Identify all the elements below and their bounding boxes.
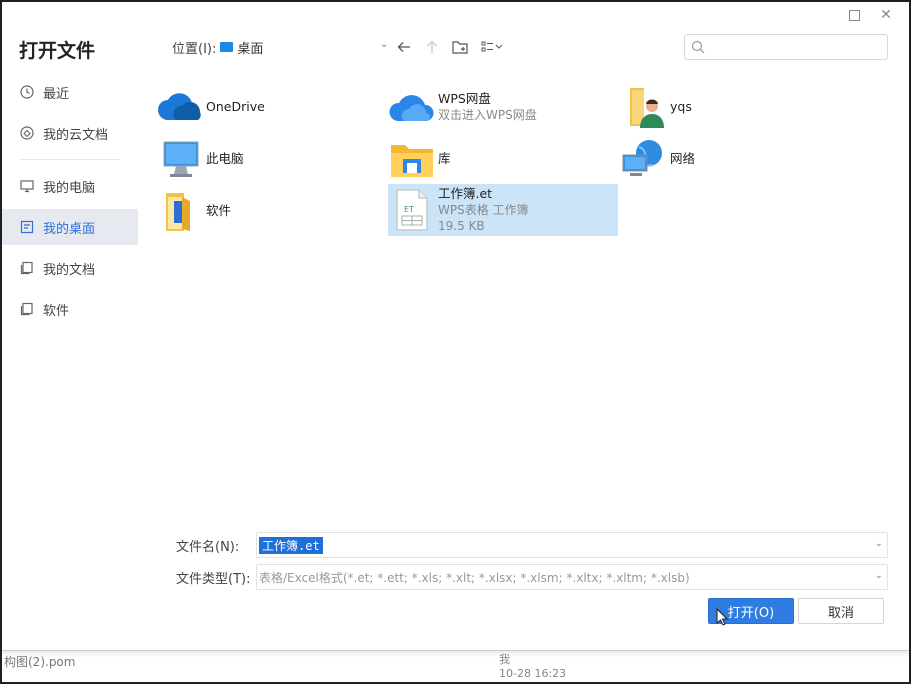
sidebar-item-label: 我的文档 — [43, 262, 96, 278]
file-name: OneDrive — [206, 99, 265, 114]
sidebar: 最近 我的云文档 我的电脑 我的桌面 我的文档 软件 — [2, 74, 138, 332]
close-button[interactable]: ✕ — [877, 6, 895, 24]
file-name: 工作簿.et — [438, 186, 493, 201]
filetype-label: 文件类型(T): — [176, 571, 251, 587]
mouse-cursor-icon — [716, 608, 728, 626]
file-item-library[interactable]: 库 — [388, 134, 588, 184]
up-button[interactable] — [418, 35, 446, 59]
filename-row: 文件名(N): 工作簿.et ⌄ — [176, 532, 888, 558]
new-folder-button[interactable] — [446, 35, 474, 59]
window-controls: ✕ — [845, 6, 895, 24]
file-item-onedrive[interactable]: OneDrive — [156, 82, 356, 132]
sidebar-item-cloud-docs[interactable]: 我的云文档 — [2, 115, 138, 151]
arrow-left-icon — [397, 42, 411, 52]
sidebar-item-label: 我的电脑 — [43, 180, 96, 196]
arrow-up-icon — [427, 40, 438, 53]
network-icon — [620, 135, 668, 183]
folder-icon — [220, 42, 234, 52]
search-input[interactable] — [711, 38, 883, 58]
user-folder-icon — [620, 83, 668, 131]
maximize-button[interactable] — [845, 6, 863, 24]
location-value: 桌面 — [237, 41, 264, 57]
file-name: 网络 — [670, 151, 696, 166]
filename-label: 文件名(N): — [176, 539, 240, 555]
file-item-network[interactable]: 网络 — [620, 134, 820, 184]
sidebar-divider — [20, 159, 120, 160]
back-button[interactable] — [390, 35, 418, 59]
sidebar-item-my-desktop[interactable]: 我的桌面 — [2, 209, 138, 245]
sidebar-item-label: 我的云文档 — [43, 127, 109, 143]
file-name: 此电脑 — [206, 151, 244, 166]
sidebar-item-my-computer[interactable]: 我的电脑 — [2, 168, 138, 204]
file-name: 软件 — [206, 203, 232, 218]
file-name: WPS网盘 — [438, 91, 491, 106]
desktop-icon — [19, 219, 35, 235]
filename-value: 工作簿.et — [259, 536, 323, 554]
svg-text:ET: ET — [404, 205, 414, 214]
sidebar-item-software[interactable]: 软件 — [2, 291, 138, 327]
file-size: 19.5 KB — [438, 219, 485, 233]
documents-icon — [19, 260, 35, 276]
sidebar-item-label: 我的桌面 — [43, 221, 96, 237]
list-view-icon — [481, 41, 503, 52]
file-name: 库 — [438, 151, 451, 166]
background-file-name: 构图(2).pom — [4, 655, 76, 669]
search-box[interactable] — [684, 34, 888, 60]
wps-cloud-icon — [388, 83, 436, 131]
location-label: 位置(I): — [172, 41, 217, 57]
chevron-down-icon: ⌄ — [379, 39, 389, 50]
view-mode-button[interactable] — [474, 35, 510, 59]
file-name: yqs — [670, 99, 692, 114]
maximize-icon — [848, 9, 860, 21]
clock-icon — [19, 84, 35, 100]
screen-frame: 构图(2).pom 我 10-28 16:23 ✕ 打开文件 最近 我的云文档 … — [0, 0, 911, 684]
file-item-software-folder[interactable]: 软件 — [156, 186, 356, 236]
sidebar-item-my-documents[interactable]: 我的文档 — [2, 250, 138, 286]
file-item-wps-cloud[interactable]: WPS网盘 双击进入WPS网盘 — [388, 82, 618, 132]
cloud-doc-icon — [19, 125, 35, 141]
file-item-yqs[interactable]: yqs — [620, 82, 820, 132]
filetype-row: 文件类型(T): 表格/Excel格式(*.et; *.ett; *.xls; … — [176, 564, 888, 590]
computer-icon — [156, 135, 204, 183]
et-file-icon: ET — [388, 186, 436, 234]
search-icon — [691, 39, 705, 58]
sidebar-item-recent[interactable]: 最近 — [2, 74, 138, 110]
onedrive-icon — [156, 83, 204, 131]
background-window: 构图(2).pom 我 10-28 16:23 — [2, 650, 909, 682]
file-item-workbook-et[interactable]: ET 工作簿.et WPS表格 工作簿 19.5 KB — [388, 184, 618, 236]
dialog-title: 打开文件 — [19, 40, 96, 62]
chevron-down-icon[interactable]: ⌄ — [875, 538, 883, 549]
file-description: 双击进入WPS网盘 — [438, 108, 537, 122]
sidebar-item-label: 最近 — [43, 86, 70, 102]
file-type: WPS表格 工作簿 — [438, 203, 529, 217]
folder-outline-icon — [19, 301, 35, 317]
cancel-button[interactable]: 取消 — [798, 598, 884, 624]
library-folder-icon — [388, 135, 436, 183]
location-toolbar: 位置(I): 桌面 ⌄ — [172, 34, 888, 60]
open-file-dialog: ✕ 打开文件 最近 我的云文档 我的电脑 我的桌面 我的文档 软件 位置(I):… — [2, 2, 909, 650]
file-item-this-pc[interactable]: 此电脑 — [156, 134, 356, 184]
new-folder-icon — [452, 41, 468, 54]
filename-input[interactable]: 工作簿.et ⌄ — [256, 532, 888, 558]
filetype-value: 表格/Excel格式(*.et; *.ett; *.xls; *.xlt; *.… — [259, 570, 690, 585]
monitor-icon — [19, 178, 35, 194]
sidebar-item-label: 软件 — [43, 303, 70, 319]
chevron-down-icon[interactable]: ⌄ — [875, 570, 883, 581]
location-dropdown[interactable]: 桌面 ⌄ — [220, 35, 390, 59]
close-icon: ✕ — [880, 7, 892, 23]
folder-icon — [156, 187, 204, 235]
filetype-select[interactable]: 表格/Excel格式(*.et; *.ett; *.xls; *.xlt; *.… — [256, 564, 888, 590]
background-meta: 我 10-28 16:23 — [499, 653, 567, 680]
